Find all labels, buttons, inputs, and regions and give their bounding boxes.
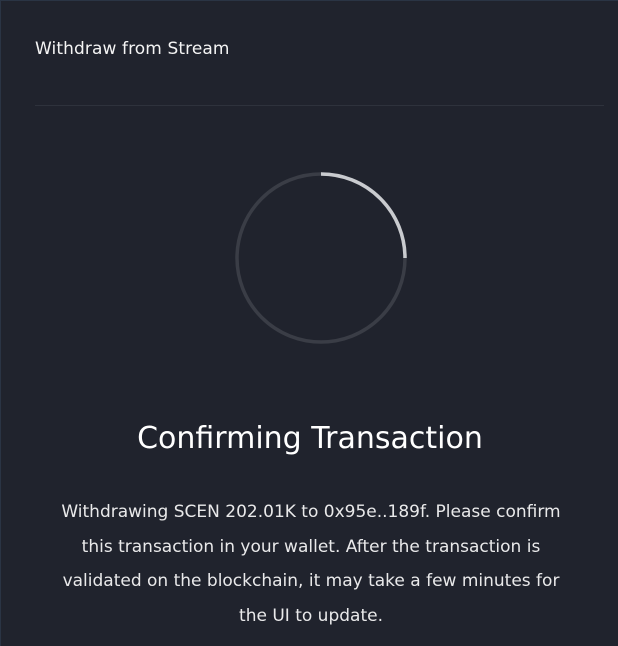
header-divider [35,105,604,106]
status-message: Withdrawing SCEN 202.01K to 0x95e..189f.… [61,502,561,626]
status-heading: Confirming Transaction [137,421,483,456]
modal-title: Withdraw from Stream [35,39,230,59]
withdraw-modal: Withdraw from Stream Confirming Transact… [0,0,618,646]
loading-spinner-icon [235,172,407,344]
